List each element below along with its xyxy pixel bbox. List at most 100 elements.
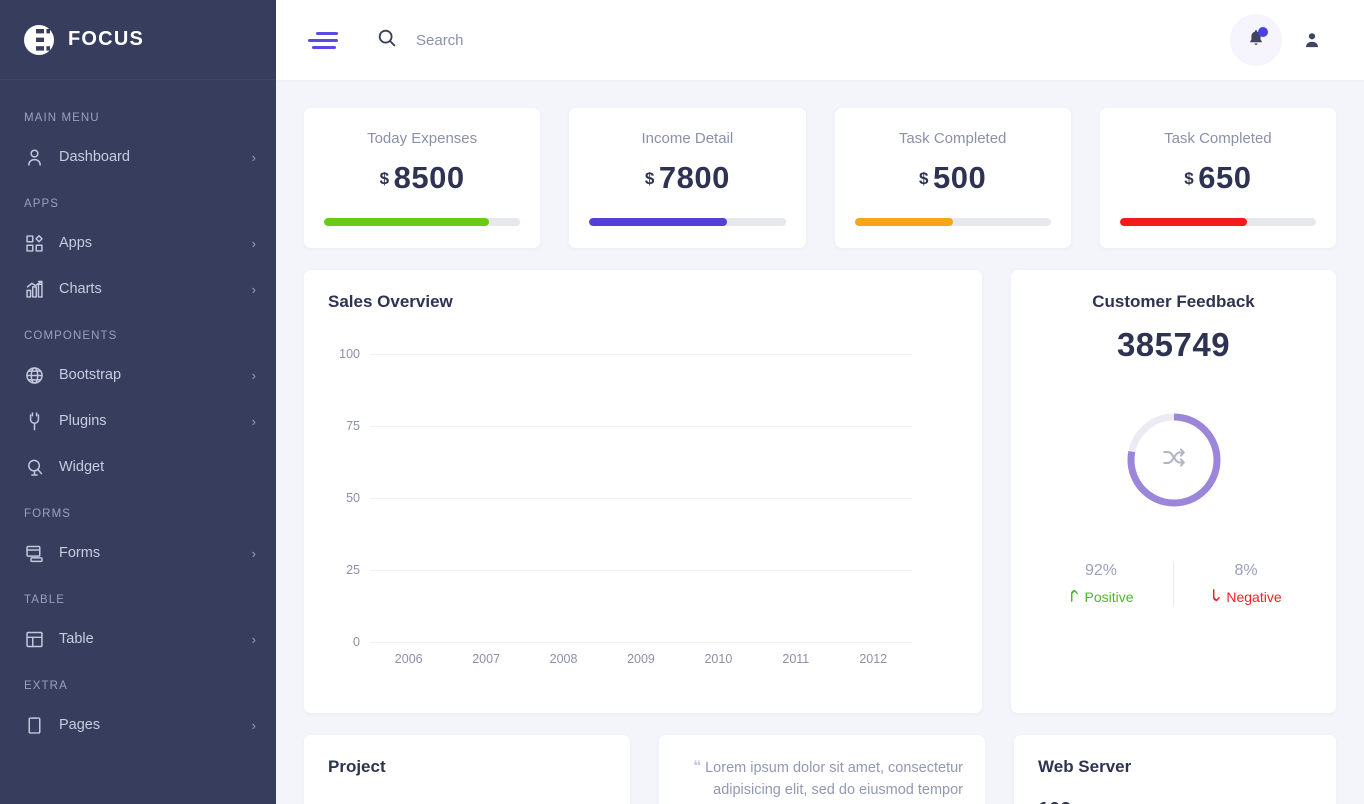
- sidebar-section-heading: APPS: [0, 180, 276, 220]
- stat-card: Task Completed $ 500: [835, 108, 1071, 248]
- chevron-right-icon: ›: [252, 719, 256, 732]
- feedback-donut-chart: [1029, 410, 1318, 510]
- chart-bars: [370, 354, 912, 642]
- hamburger-icon[interactable]: [308, 28, 342, 53]
- notifications-button[interactable]: [1230, 14, 1282, 66]
- chevron-right-icon: ›: [252, 547, 256, 560]
- positive-percent: 92%: [1029, 562, 1173, 580]
- progress-track: [589, 218, 785, 226]
- positive-label-row: Positive: [1029, 588, 1173, 606]
- currency-symbol: $: [380, 169, 389, 188]
- arrow-down-icon: [1210, 588, 1223, 606]
- stat-card: Today Expenses $ 8500: [304, 108, 540, 248]
- quote-text: ❝Lorem ipsum dolor sit amet, consectetur…: [681, 755, 963, 804]
- stat-card: Task Completed $ 650: [1100, 108, 1336, 248]
- sidebar-item-table[interactable]: Table›: [0, 616, 276, 662]
- sidebar: FOCUS MAIN MENUDashboard›APPSApps›Charts…: [0, 0, 276, 804]
- progress-track: [855, 218, 1051, 226]
- chart-x-tick-label: 2008: [525, 652, 602, 666]
- chevron-right-icon: ›: [252, 633, 256, 646]
- sidebar-item-apps[interactable]: Apps›: [0, 220, 276, 266]
- feedback-count: 385749: [1029, 326, 1318, 364]
- sidebar-section-heading: EXTRA: [0, 662, 276, 702]
- quote-icon: ❝: [693, 758, 701, 775]
- stat-number: 650: [1198, 160, 1251, 195]
- chart-x-tick-label: 2006: [370, 652, 447, 666]
- sidebar-item-label: Table: [59, 631, 252, 647]
- brand-name: FOCUS: [68, 28, 144, 51]
- customer-feedback-card: Customer Feedback 385749: [1011, 270, 1336, 713]
- sidebar-item-label: Dashboard: [59, 149, 252, 165]
- stat-number: 500: [933, 160, 986, 195]
- card-title: Customer Feedback: [1029, 292, 1318, 312]
- sidebar-item-widget[interactable]: Widget: [0, 444, 276, 490]
- overview-row: Sales Overview 0255075100 20062007200820…: [304, 270, 1336, 713]
- sidebar-item-charts[interactable]: Charts›: [0, 266, 276, 312]
- table-icon: [24, 629, 45, 650]
- stat-title: Income Detail: [589, 130, 785, 147]
- stat-title: Task Completed: [855, 130, 1051, 147]
- brand-logo[interactable]: FOCUS: [0, 0, 276, 80]
- stat-cards-row: Today Expenses $ 8500 Income Detail $ 7800 T…: [304, 108, 1336, 248]
- stat-value: $ 8500: [324, 160, 520, 196]
- arrow-up-icon: [1068, 588, 1081, 606]
- user-avatar-icon[interactable]: [1292, 20, 1332, 60]
- chevron-right-icon: ›: [252, 369, 256, 382]
- chart-x-tick-label: 2012: [835, 652, 912, 666]
- sidebar-section-heading: COMPONENTS: [0, 312, 276, 352]
- search-input[interactable]: [416, 32, 746, 49]
- stat-card: Income Detail $ 7800: [569, 108, 805, 248]
- stat-number: 7800: [659, 160, 730, 195]
- card-title: Project: [328, 757, 606, 777]
- search-bar: [376, 27, 1230, 54]
- currency-symbol: $: [645, 169, 654, 188]
- chart-y-tick-label: 100: [339, 347, 360, 361]
- sidebar-item-pages[interactable]: Pages›: [0, 702, 276, 748]
- chevron-right-icon: ›: [252, 415, 256, 428]
- quote-line-2: adipisicing elit, sed do eiusmod tempor: [713, 782, 963, 798]
- sidebar-item-label: Apps: [59, 235, 252, 251]
- stat-value: $ 650: [1120, 160, 1316, 196]
- stat-title: Task Completed: [1120, 130, 1316, 147]
- chart-y-tick-label: 75: [346, 419, 360, 433]
- chart-x-tick-label: 2010: [680, 652, 757, 666]
- negative-label-row: Negative: [1174, 588, 1318, 606]
- user-icon: [24, 147, 45, 168]
- progress-fill: [324, 218, 489, 226]
- globe-icon: [24, 365, 45, 386]
- sidebar-item-label: Pages: [59, 717, 252, 733]
- chevron-right-icon: ›: [252, 237, 256, 250]
- web-server-card: Web Server 100: [1014, 735, 1336, 804]
- chart-x-tick-label: 2007: [447, 652, 524, 666]
- form-icon: [24, 543, 45, 564]
- bottom-row: Project ❝Lorem ipsum dolor sit amet, con…: [304, 735, 1336, 804]
- sidebar-item-bootstrap[interactable]: Bootstrap›: [0, 352, 276, 398]
- shuffle-icon: [1161, 445, 1187, 476]
- widget-icon: [24, 457, 45, 478]
- stat-title: Today Expenses: [324, 130, 520, 147]
- bar-chart-icon: [24, 279, 45, 300]
- chart-x-tick-label: 2011: [757, 652, 834, 666]
- web-server-value: 100: [1038, 799, 1312, 804]
- progress-track: [1120, 218, 1316, 226]
- sales-bar-chart: 0255075100 2006200720082009201020112012: [328, 342, 958, 682]
- sidebar-nav: MAIN MENUDashboard›APPSApps›Charts›COMPO…: [0, 80, 276, 748]
- chart-x-axis: 2006200720082009201020112012: [370, 652, 912, 666]
- chevron-right-icon: ›: [252, 283, 256, 296]
- quote-card: ❝Lorem ipsum dolor sit amet, consectetur…: [659, 735, 985, 804]
- card-title: Sales Overview: [328, 292, 958, 312]
- feedback-positive: 92% Positive: [1029, 562, 1173, 606]
- search-icon[interactable]: [376, 27, 398, 54]
- sidebar-item-forms[interactable]: Forms›: [0, 530, 276, 576]
- chart-plot-area: 0255075100: [370, 354, 912, 642]
- chart-y-tick-label: 25: [346, 563, 360, 577]
- sidebar-item-dashboard[interactable]: Dashboard›: [0, 134, 276, 180]
- stat-value: $ 500: [855, 160, 1051, 196]
- main-content: Today Expenses $ 8500 Income Detail $ 7800 T…: [276, 80, 1364, 804]
- sidebar-item-plugins[interactable]: Plugins›: [0, 398, 276, 444]
- stat-number: 8500: [394, 160, 465, 195]
- sidebar-item-label: Forms: [59, 545, 252, 561]
- negative-percent: 8%: [1174, 562, 1318, 580]
- sidebar-item-label: Plugins: [59, 413, 252, 429]
- header-actions: [1230, 14, 1332, 66]
